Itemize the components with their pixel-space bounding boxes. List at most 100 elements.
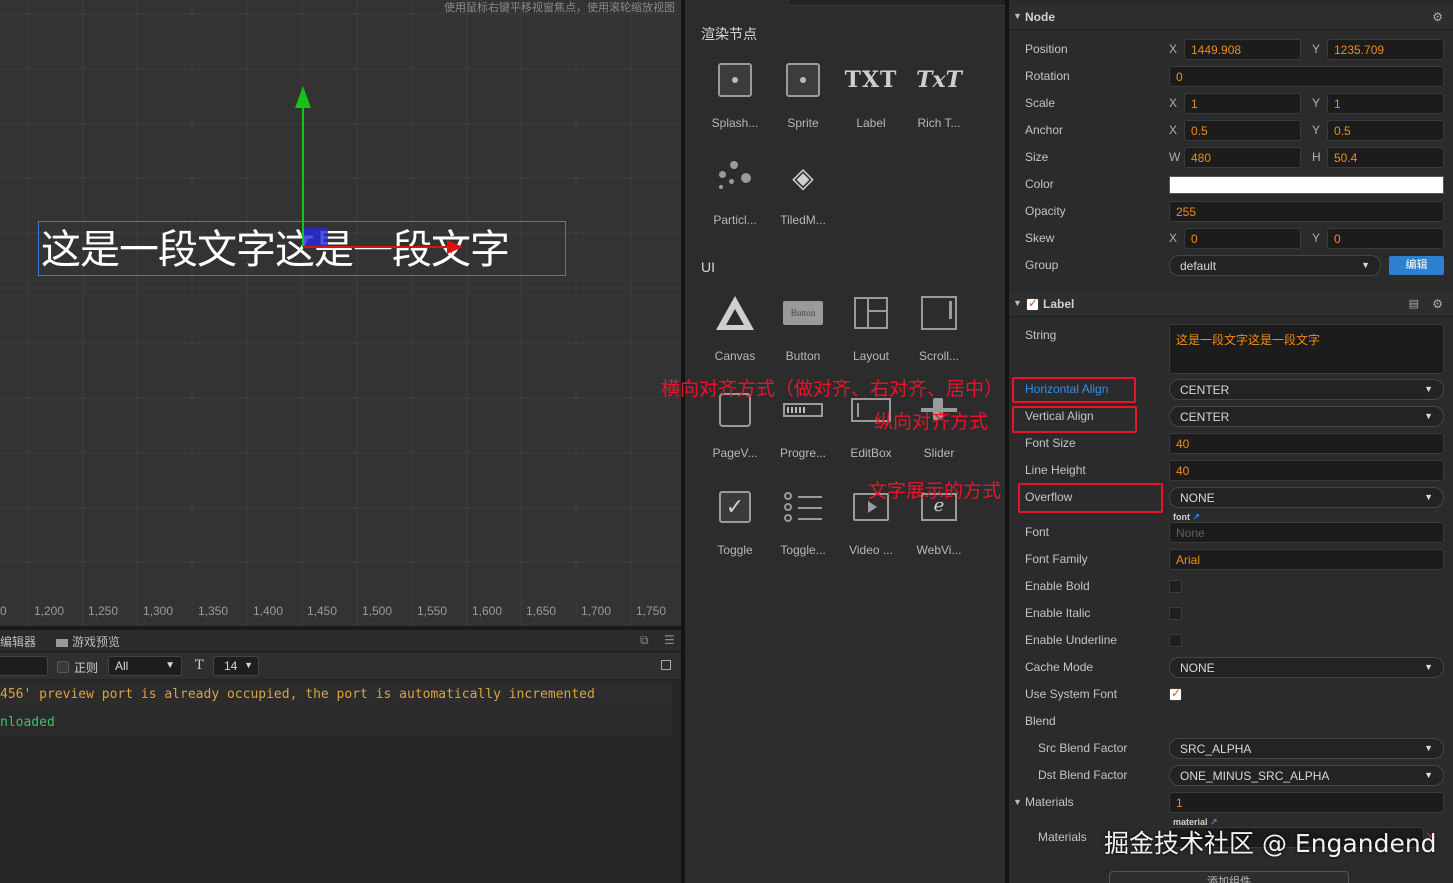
ruler-tick: 1,500 — [362, 604, 393, 618]
node-togglegroup[interactable]: Toggle... — [769, 487, 837, 569]
ruler-tick: 1,250 — [88, 604, 119, 618]
scene-view[interactable]: 使用鼠标右键平移视窗焦点，使用滚轮缩放视图 这是一段文字这是一段文字 0 1,2… — [0, 0, 681, 626]
vertical-align-select[interactable]: CENTER ▼ — [1169, 406, 1444, 427]
node-rich-text[interactable]: TxT Rich T... — [905, 60, 973, 142]
horizontal-align-value: CENTER — [1180, 383, 1230, 397]
console-search-input[interactable] — [0, 656, 48, 676]
collapse-triangle-icon[interactable]: ▼ — [1013, 11, 1022, 21]
group-row: Group default ▼ 编辑 — [1009, 252, 1453, 279]
use-system-font-checkbox[interactable] — [1169, 686, 1182, 701]
string-textarea[interactable]: 这是一段文字这是一段文字 — [1169, 324, 1444, 374]
gear-icon[interactable]: ⚙ — [1432, 297, 1443, 311]
line-height-field[interactable]: 40 — [1169, 460, 1444, 481]
button-icon: Button — [783, 293, 823, 333]
scale-y-field[interactable]: 1 — [1327, 93, 1444, 114]
string-label: String — [1025, 328, 1057, 342]
ruler-tick: 1,450 — [307, 604, 338, 618]
log-level-select[interactable]: All ▼ — [108, 656, 182, 676]
skew-row: Skew X 0 Y 0 — [1009, 225, 1453, 252]
enable-italic-checkbox[interactable] — [1169, 607, 1182, 620]
log-line[interactable]: 456' preview port is already occupied, t… — [0, 681, 672, 709]
tab-game-preview[interactable]: 游戏预览 — [56, 633, 120, 650]
node-tiledmap[interactable]: ◈ TiledM... — [769, 157, 837, 239]
skew-x-field[interactable]: 0 — [1184, 228, 1301, 249]
label-section-header[interactable]: ▼ Label ▤ ⚙ — [1009, 293, 1453, 317]
group-edit-button[interactable]: 编辑 — [1389, 256, 1444, 275]
node-pageview[interactable]: PageV... — [701, 390, 769, 472]
collapse-triangle-icon[interactable]: ▼ — [1013, 797, 1022, 807]
node-sprite[interactable]: Sprite — [769, 60, 837, 142]
enable-underline-checkbox[interactable] — [1169, 634, 1182, 647]
dst-blend-label: Dst Blend Factor — [1038, 768, 1128, 782]
font-family-field[interactable]: Arial — [1169, 549, 1444, 570]
cache-mode-label: Cache Mode — [1025, 660, 1094, 674]
add-component-button[interactable]: 添加组件 — [1109, 871, 1349, 883]
anchor-y-field[interactable]: 0.5 — [1327, 120, 1444, 141]
regex-checkbox[interactable] — [57, 661, 69, 673]
use-system-font-label: Use System Font — [1025, 687, 1118, 701]
src-blend-value: SRC_ALPHA — [1180, 742, 1252, 756]
src-blend-select[interactable]: SRC_ALPHA ▼ — [1169, 738, 1444, 759]
ruler-tick: 1,400 — [253, 604, 284, 618]
gear-icon[interactable]: ⚙ — [1432, 10, 1443, 24]
font-size-field[interactable]: 40 — [1169, 433, 1444, 454]
overflow-select[interactable]: NONE ▼ — [1169, 487, 1444, 508]
size-w-field[interactable]: 480 — [1184, 147, 1301, 168]
scale-x-field[interactable]: 1 — [1184, 93, 1301, 114]
materials-label: Materials — [1038, 830, 1087, 844]
node-button[interactable]: Button Button — [769, 293, 837, 375]
popout-icon[interactable]: ⧉ — [640, 633, 649, 648]
skew-label: Skew — [1025, 231, 1055, 245]
gizmo-y-axis[interactable] — [302, 104, 304, 247]
node-canvas[interactable]: Canvas — [701, 293, 769, 375]
node-splash[interactable]: Splash... — [701, 60, 769, 142]
opacity-field[interactable]: 255 — [1169, 201, 1444, 222]
log-line[interactable]: nloaded — [0, 709, 672, 737]
h-label: H — [1312, 150, 1321, 164]
help-book-icon[interactable]: ▤ — [1409, 297, 1419, 310]
position-y-field[interactable]: 1235.709 — [1327, 39, 1444, 60]
label-icon: TXT — [844, 67, 898, 93]
font-asset-field[interactable]: None — [1169, 522, 1444, 543]
font-size-select[interactable]: 14 ▼ — [213, 656, 259, 676]
node-toggle[interactable]: ✓ Toggle — [701, 487, 769, 569]
gizmo-center-handle[interactable] — [304, 228, 328, 246]
tab-editor[interactable]: 编辑器 — [0, 633, 36, 650]
materials-count-field[interactable]: 1 — [1169, 792, 1444, 813]
node-layout[interactable]: Layout — [837, 293, 905, 375]
scale-row: Scale X 1 Y 1 — [1009, 90, 1453, 117]
node-section-header[interactable]: ▼ Node ⚙ — [1009, 6, 1453, 30]
horizontal-align-select[interactable]: CENTER ▼ — [1169, 379, 1444, 400]
chevron-down-icon: ▼ — [165, 660, 175, 671]
cache-mode-select[interactable]: NONE ▼ — [1169, 657, 1444, 678]
src-blend-row: Src Blend Factor SRC_ALPHA ▼ — [1009, 735, 1453, 762]
enable-underline-row: Enable Underline — [1009, 627, 1453, 654]
gizmo-y-arrow-icon[interactable] — [295, 86, 311, 108]
node-scrollview[interactable]: Scroll... — [905, 293, 973, 375]
label-enabled-checkbox[interactable] — [1026, 296, 1039, 311]
anchor-x-field[interactable]: 0.5 — [1184, 120, 1301, 141]
color-row: Color — [1009, 171, 1453, 198]
menu-icon[interactable]: ☰ — [664, 633, 675, 647]
size-h-field[interactable]: 50.4 — [1327, 147, 1444, 168]
ruler-tick: 1,550 — [417, 604, 448, 618]
scrollview-icon — [919, 293, 959, 333]
enable-bold-checkbox[interactable] — [1169, 580, 1182, 593]
group-select[interactable]: default ▼ — [1169, 255, 1381, 276]
node-label[interactable]: TXT Label — [837, 60, 905, 142]
gizmo-x-axis[interactable] — [303, 246, 453, 248]
clear-console-icon[interactable] — [661, 660, 671, 670]
node-label: Particl... — [713, 213, 757, 227]
dst-blend-select[interactable]: ONE_MINUS_SRC_ALPHA ▼ — [1169, 765, 1444, 786]
collapse-triangle-icon[interactable]: ▼ — [1013, 298, 1022, 308]
cache-mode-row: Cache Mode NONE ▼ — [1009, 654, 1453, 681]
node-particle[interactable]: Particl... — [701, 157, 769, 239]
camera-icon — [56, 638, 68, 647]
gizmo-x-arrow-icon[interactable] — [447, 240, 463, 254]
skew-y-field[interactable]: 0 — [1327, 228, 1444, 249]
tab-game-preview-label: 游戏预览 — [72, 635, 121, 649]
color-swatch[interactable] — [1169, 176, 1444, 194]
rotation-field[interactable]: 0 — [1169, 66, 1444, 87]
node-progressbar[interactable]: Progre... — [769, 390, 837, 472]
position-x-field[interactable]: 1449.908 — [1184, 39, 1301, 60]
